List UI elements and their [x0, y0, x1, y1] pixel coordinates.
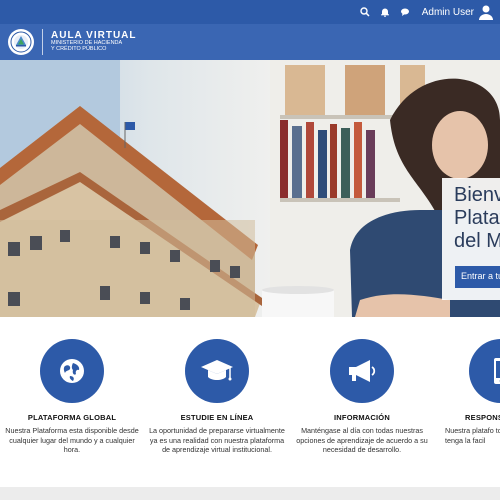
bottom-strip — [0, 487, 500, 500]
user-name[interactable]: Admin User — [422, 7, 474, 18]
brand-divider — [42, 29, 43, 55]
globe-icon — [40, 339, 104, 403]
hero-photo — [0, 60, 500, 317]
hero-line-3: del M — [454, 230, 500, 252]
feature-description: Manténgase al día con todas nuestras opc… — [296, 426, 428, 455]
feature-description: Nuestra Plataforma esta disponible desde… — [5, 426, 139, 455]
feature-title: PLATAFORMA GLOBAL — [27, 413, 117, 422]
feature-description: Nuestra platafo todos los disposi que te… — [445, 426, 500, 445]
mobile-icon — [469, 339, 500, 403]
feature-title: RESPONSI — [465, 413, 500, 422]
chat-icon[interactable] — [398, 5, 412, 19]
megaphone-icon — [330, 339, 394, 403]
search-icon[interactable] — [358, 5, 372, 19]
hero-banner: Bienv Platafo del M Entrar a tu A — [0, 60, 500, 317]
enter-aula-button[interactable]: Entrar a tu A — [455, 266, 500, 288]
hero-line-1: Bienv — [454, 184, 500, 206]
feature-global-platform: PLATAFORMA GLOBAL Nuestra Plataforma est… — [2, 339, 142, 455]
feature-information: INFORMACIÓN Manténgase al día con todas … — [292, 339, 432, 455]
government-seal-icon[interactable] — [8, 29, 34, 55]
features-section: PLATAFORMA GLOBAL Nuestra Plataforma est… — [0, 317, 500, 487]
feature-title: INFORMACIÓN — [334, 413, 390, 422]
feature-study-online: ESTUDIE EN LÍNEA La oportunidad de prepa… — [147, 339, 287, 455]
feature-title: ESTUDIE EN LÍNEA — [180, 413, 254, 422]
feature-description: La oportunidad de prepararse virtualment… — [149, 426, 285, 455]
hero-line-2: Platafo — [454, 207, 500, 229]
top-navbar: Admin User — [0, 0, 500, 24]
bell-icon[interactable] — [378, 5, 392, 19]
brand-subtitle-2: Y CRÉDITO PÚBLICO — [51, 46, 107, 53]
brand-text: AULA VIRTUAL MINISTERIO DE HACIENDA Y CR… — [51, 30, 137, 53]
feature-responsive: RESPONSI Nuestra platafo todos los dispo… — [437, 339, 500, 445]
brand-bar: AULA VIRTUAL MINISTERIO DE HACIENDA Y CR… — [0, 24, 500, 60]
graduation-cap-icon — [185, 339, 249, 403]
user-avatar-icon[interactable] — [478, 4, 494, 20]
